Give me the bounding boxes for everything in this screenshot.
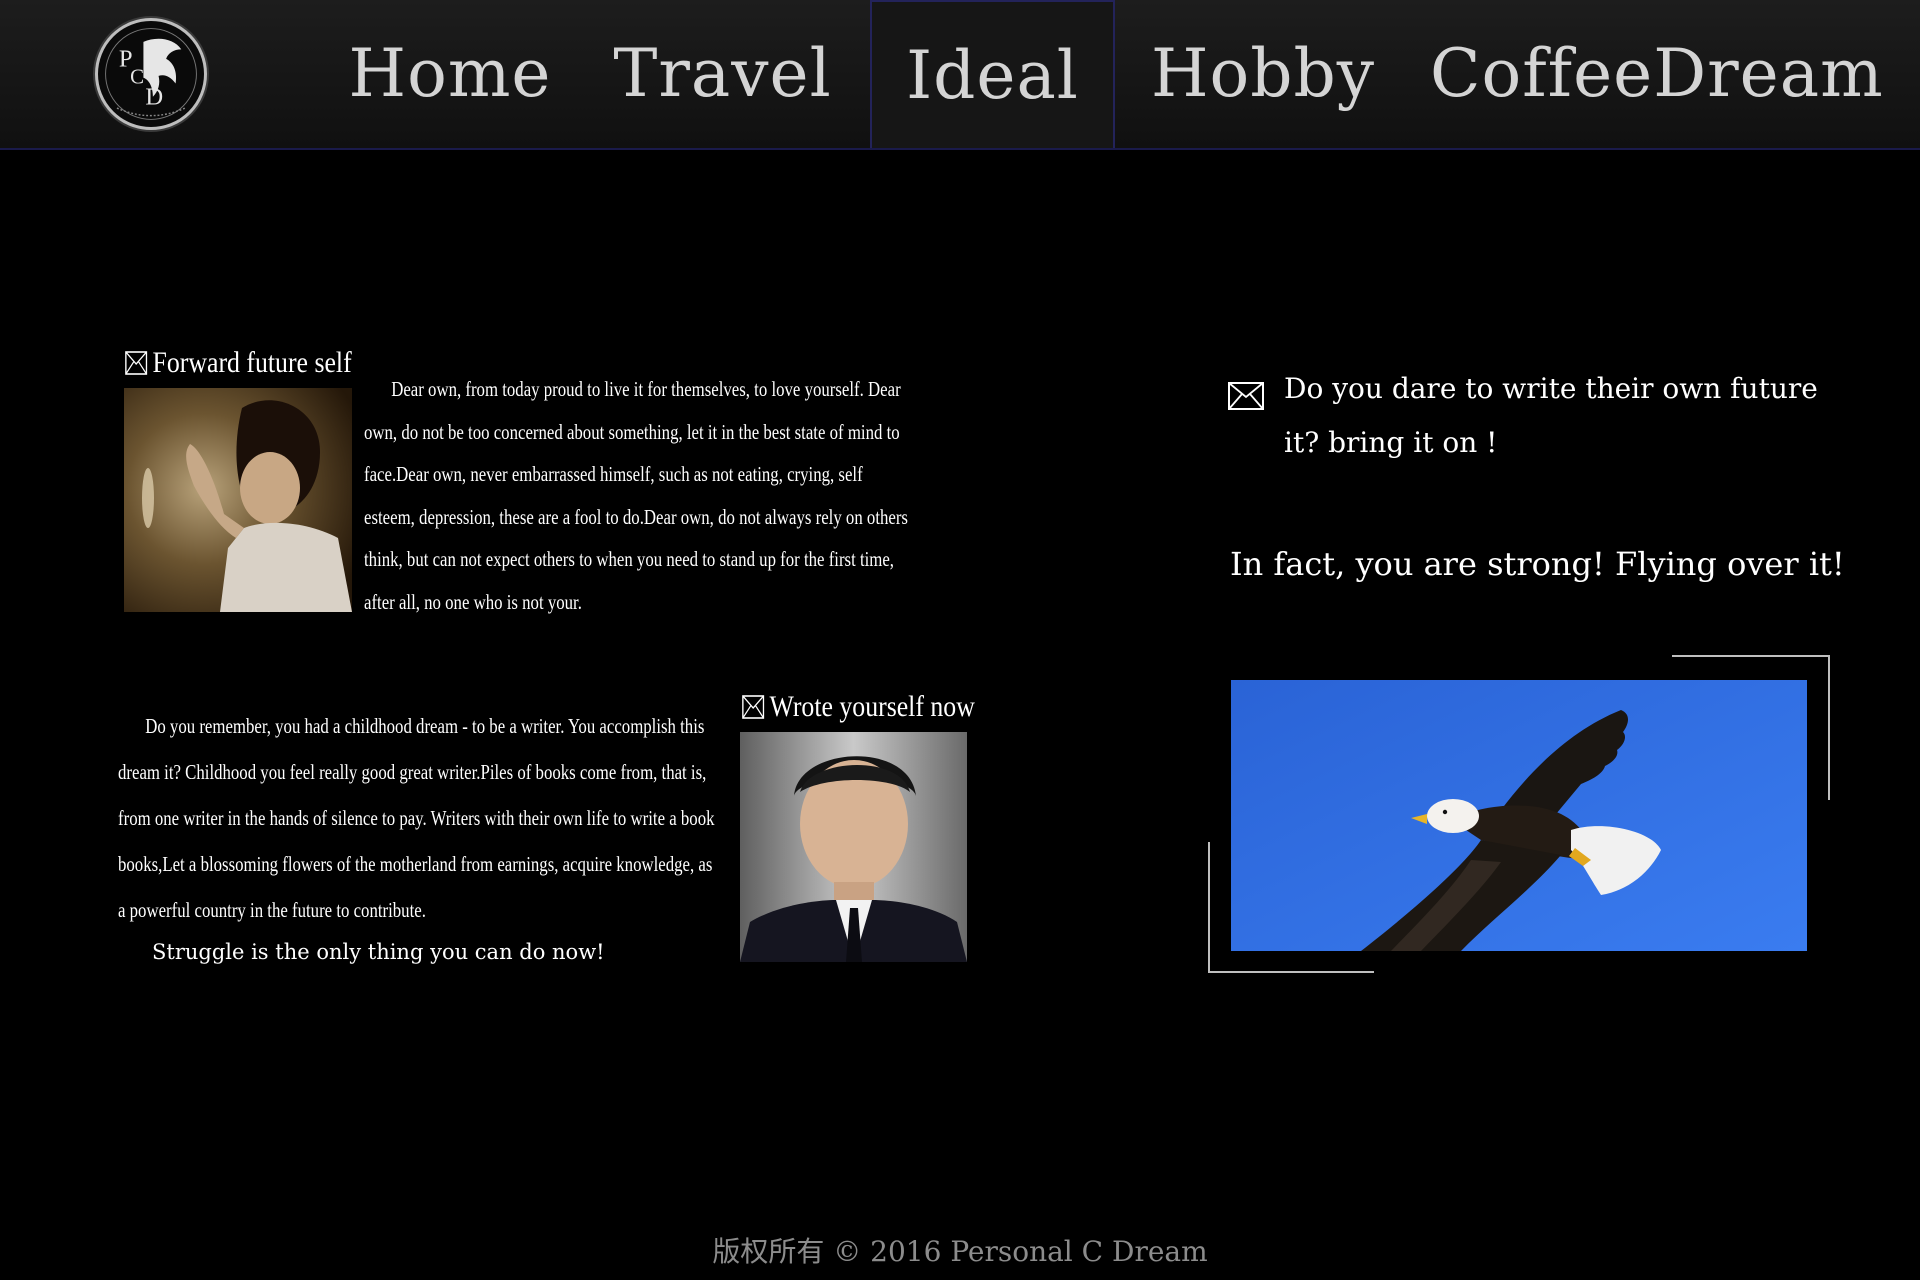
nav-item-hobby[interactable]: Hobby xyxy=(1148,0,1378,148)
nav-item-coffeedream[interactable]: CoffeeDream xyxy=(1430,0,1883,148)
photo-yourself-now xyxy=(740,732,967,962)
photo-future-self xyxy=(124,388,352,612)
section-title-forward: Forward future self xyxy=(125,346,352,380)
top-navbar: P C D Home Travel Ideal Hobby CoffeeDrea… xyxy=(0,0,1920,150)
frame-line-bottom xyxy=(1208,971,1374,973)
envelope-icon xyxy=(742,695,765,719)
question-text: Do you dare to write their own future it… xyxy=(1284,372,1818,459)
question-block: Do you dare to write their own future it… xyxy=(1228,362,1828,470)
section-title-text: Forward future self xyxy=(152,346,352,379)
footer-copyright: 版权所有 © 2016 Personal C Dream xyxy=(712,1235,1208,1268)
site-logo[interactable]: P C D xyxy=(95,18,207,130)
nav-item-travel[interactable]: Travel xyxy=(600,0,845,148)
envelope-icon xyxy=(125,351,148,375)
section-title-wrote: Wrote yourself now xyxy=(742,690,975,724)
logo-letter-c: C xyxy=(130,64,144,88)
section-title-text: Wrote yourself now xyxy=(769,690,975,723)
struggle-statement: Struggle is the only thing you can do no… xyxy=(152,940,605,964)
nav-item-ideal[interactable]: Ideal xyxy=(870,0,1115,148)
frame-line-top xyxy=(1672,655,1830,657)
eagle-image xyxy=(1231,680,1807,951)
paragraph-future-self: Dear own, from today proud to live it fo… xyxy=(364,377,908,614)
strong-statement: In fact, you are strong! Flying over it! xyxy=(1230,545,1845,583)
envelope-icon xyxy=(1228,374,1264,410)
logo-emblem-icon: P C D xyxy=(105,28,197,120)
paragraph-writer-dream: Do you remember, you had a childhood dre… xyxy=(118,714,715,922)
nav-item-home[interactable]: Home xyxy=(345,0,555,148)
frame-line-left xyxy=(1208,842,1210,973)
logo-letter-d: D xyxy=(145,83,163,110)
frame-line-right xyxy=(1828,655,1830,800)
